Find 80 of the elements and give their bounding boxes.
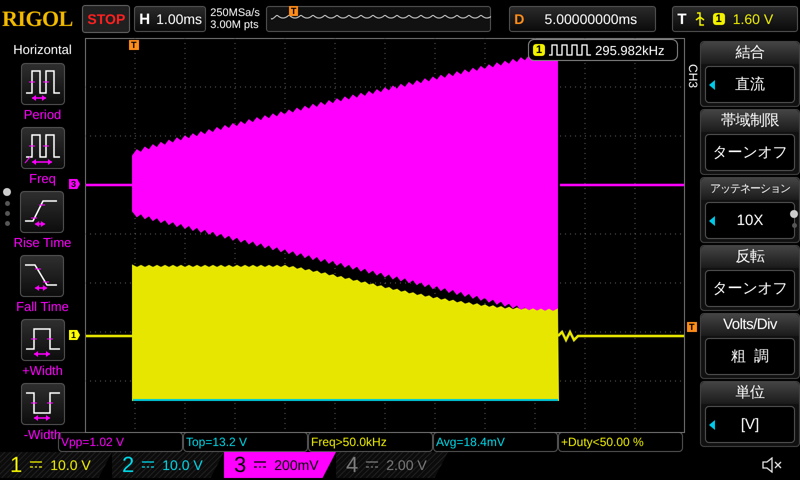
trigger-label: T <box>677 10 687 28</box>
menu-item-value: ターンオフ <box>712 143 788 162</box>
measurement-readout: Vpp=1.02 V <box>61 435 124 449</box>
menu-item-title: 単位 <box>701 382 799 404</box>
left-arrow-icon <box>709 420 715 430</box>
measurement-readout: Freq>50.0kHz <box>311 435 387 449</box>
channel-scale: 10.0 V <box>162 457 203 473</box>
square-wave-icon <box>549 44 592 56</box>
menu-item-title: 結合 <box>701 42 799 64</box>
left-arrow-icon <box>709 80 715 90</box>
channel-marker[interactable]: 1 <box>69 330 80 340</box>
dc-coupling-icon <box>366 461 378 469</box>
menu-item-title: アッテネーション <box>701 178 799 200</box>
channel-marker[interactable]: 3 <box>69 179 80 189</box>
menu-item-title: 帯域制限 <box>701 110 799 132</box>
measure-button[interactable] <box>20 127 64 169</box>
brand-logo: RIGOL <box>2 6 74 32</box>
measurement-readout: Avg=18.4mV <box>436 435 505 449</box>
measure-label: +Width <box>22 363 63 378</box>
timebase-value: 1.00ms <box>156 11 202 27</box>
channel-number: 4 <box>346 452 358 478</box>
left-arrow-icon <box>709 216 715 226</box>
measure-button[interactable] <box>20 383 64 425</box>
channel-scale: 10.0 V <box>50 457 91 473</box>
menu-item-title: 反転 <box>701 246 799 268</box>
trigger-position-marker: T <box>288 6 298 16</box>
delay-value: 5.00000000ms <box>544 11 638 27</box>
falling-edge-icon <box>694 11 705 27</box>
trigger-position-marker: T <box>129 40 138 50</box>
delay-display[interactable]: D 5.00000000ms <box>509 6 656 32</box>
run-stop-button[interactable]: STOP <box>82 5 130 33</box>
channel-scale: 2.00 V <box>386 457 427 473</box>
menu-item-value: [V] <box>740 416 760 433</box>
menu-title: Horizontal <box>13 41 72 59</box>
dc-coupling-icon <box>254 461 266 469</box>
measure-button[interactable] <box>20 255 64 297</box>
measurement-readout: Top=13.2 V <box>186 435 248 449</box>
channel-number: 1 <box>10 452 22 478</box>
channel-tab[interactable]: 2 10.0 V <box>112 452 224 478</box>
menu-item[interactable]: Volts/Div 粗 調 <box>700 313 800 379</box>
measurement-readout: +Duty<50.00 % <box>561 435 644 449</box>
channel-number: 2 <box>122 452 134 478</box>
menu-item[interactable]: アッテネーション 10X <box>700 177 800 243</box>
menu-item[interactable]: 結合 直流 <box>700 41 800 107</box>
channel-tab[interactable]: 4 2.00 V <box>336 452 448 478</box>
measure-label: Fall Time <box>16 299 69 314</box>
measure-button[interactable] <box>20 63 64 105</box>
channel-scale: 200mV <box>274 457 319 473</box>
measure-label: Rise Time <box>14 235 72 250</box>
trigger-display[interactable]: T 1 1.60 V <box>672 6 798 32</box>
timebase-label: H <box>139 10 150 28</box>
measure-label: -Width <box>24 427 62 442</box>
sample-rate: 250MSa/s <box>210 7 260 19</box>
measure-label: Freq <box>29 171 56 186</box>
menu-item-value: 粗 調 <box>730 347 770 366</box>
menu-item-title: Volts/Div <box>701 314 799 336</box>
measure-button[interactable] <box>20 319 64 361</box>
menu-item-value: 直流 <box>735 75 765 94</box>
channel-tab[interactable]: 1 10.0 V <box>0 452 112 478</box>
channel-number: 3 <box>234 452 246 478</box>
channel-tab[interactable]: 3 200mV <box>224 452 336 478</box>
menu-item[interactable]: 反転 ターンオフ <box>700 245 800 311</box>
memory-depth: 3.00M pts <box>210 19 260 31</box>
trigger-source-badge: 1 <box>712 13 725 25</box>
speaker-muted-icon[interactable] <box>762 457 782 473</box>
trigger-level: 1.60 V <box>732 11 774 27</box>
menu-item-value: 10X <box>736 212 764 229</box>
measure-button[interactable] <box>20 191 64 233</box>
trigger-level-marker[interactable]: T <box>687 322 696 332</box>
timebase-display[interactable]: H 1.00ms <box>134 6 206 32</box>
menu-item[interactable]: 帯域制限 ターンオフ <box>700 109 800 175</box>
delay-label: D <box>514 11 524 27</box>
channel-label: CH3 <box>686 64 700 88</box>
counter-source-badge: 1 <box>533 44 546 56</box>
dc-coupling-icon <box>142 461 154 469</box>
counter-value: 295.982kHz <box>595 42 665 58</box>
menu-item[interactable]: 単位 [V] <box>700 381 800 447</box>
measure-label: Period <box>24 107 62 122</box>
dc-coupling-icon <box>30 461 42 469</box>
menu-item-value: ターンオフ <box>712 279 788 298</box>
